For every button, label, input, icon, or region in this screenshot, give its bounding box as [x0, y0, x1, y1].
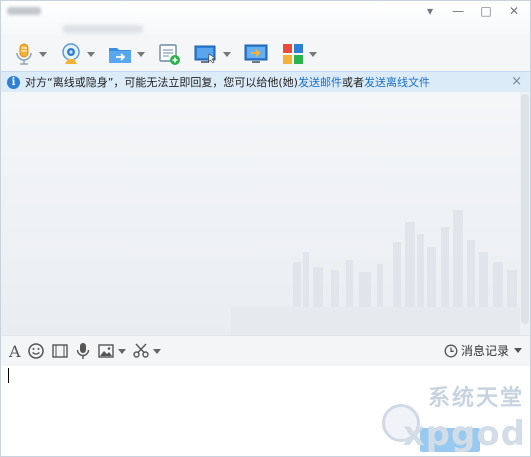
screenshot-button[interactable]	[132, 342, 161, 360]
site-watermark: 系统天堂 xpgod	[382, 380, 530, 456]
send-email-link[interactable]: 发送邮件	[298, 74, 342, 90]
chevron-down-icon[interactable]	[137, 51, 145, 57]
voice-call-button[interactable]	[9, 39, 51, 69]
scrollbar-thumb[interactable]	[521, 94, 529, 324]
minimize-button[interactable]: —	[448, 3, 468, 19]
smiley-icon	[27, 343, 44, 359]
voice-message-button[interactable]	[75, 342, 91, 360]
watermark-text: 系统天堂	[427, 386, 524, 411]
chevron-down-icon[interactable]	[223, 51, 231, 57]
font-icon: A	[9, 341, 21, 361]
notice-text: 对方“离线或隐身”，可能无法立即回复，您可以给他(她)	[25, 76, 298, 89]
maximize-button[interactable]: □	[476, 3, 496, 19]
watermark-logo: xpgod	[402, 414, 526, 454]
microphone-icon	[76, 343, 89, 359]
message-history-area[interactable]	[1, 92, 520, 335]
chevron-down-icon[interactable]	[117, 348, 126, 354]
contact-avatar-blurred	[7, 7, 41, 15]
message-scrollbar[interactable]	[520, 92, 530, 335]
notice-text-or: 或者	[341, 76, 364, 89]
remote-desktop-icon	[194, 45, 216, 64]
webcam-icon	[62, 43, 80, 64]
apps-grid-icon	[283, 44, 303, 64]
clock-icon	[444, 344, 458, 357]
window-controls: ▾ — □ ✕	[420, 3, 524, 19]
window-menu-button[interactable]: ▾	[420, 3, 440, 19]
send-offline-file-link[interactable]: 发送离线文件	[364, 74, 430, 90]
image-icon	[97, 344, 114, 358]
font-button[interactable]: A	[9, 342, 21, 361]
remote-assist-button[interactable]	[189, 39, 235, 69]
chevron-down-icon	[514, 348, 522, 353]
emoji-button[interactable]	[27, 342, 45, 360]
scissors-icon	[132, 343, 149, 358]
film-icon	[51, 344, 68, 358]
title-bar: ▾ — □ ✕	[1, 1, 530, 35]
message-history-label: 消息记录	[460, 344, 509, 358]
folder-transfer-icon	[109, 48, 131, 63]
new-document-icon	[159, 44, 180, 65]
text-cursor	[8, 368, 9, 383]
message-input[interactable]: 系统天堂 xpgod	[1, 366, 530, 456]
message-history-button[interactable]: 消息记录	[444, 342, 522, 359]
screen-share-icon	[244, 44, 268, 63]
chevron-down-icon[interactable]	[309, 51, 317, 57]
chat-window: ▾ — □ ✕ i 对方“离线或隐身”，可能无法立即回复，您可以给他(她) 发送…	[0, 0, 531, 457]
create-doc-button[interactable]	[153, 39, 185, 69]
info-icon: i	[7, 75, 20, 89]
close-icon[interactable]: ×	[511, 74, 522, 89]
microphone-icon	[16, 43, 32, 65]
contact-status-blurred	[63, 25, 143, 33]
chat-toolbar	[1, 35, 530, 73]
chevron-down-icon[interactable]	[152, 348, 161, 354]
share-screen-button[interactable]	[239, 39, 273, 69]
close-button[interactable]: ✕	[504, 3, 524, 19]
chevron-down-icon[interactable]	[87, 51, 95, 57]
apps-button[interactable]	[277, 39, 321, 69]
video-clip-button[interactable]	[51, 342, 69, 360]
video-call-button[interactable]	[55, 39, 99, 69]
chevron-down-icon[interactable]	[39, 51, 47, 57]
input-toolbar: A 消息记录	[1, 335, 530, 366]
offline-notice-bar: i 对方“离线或隐身”，可能无法立即回复，您可以给他(她) 发送邮件 或者 发送…	[1, 71, 530, 93]
file-transfer-button[interactable]	[103, 39, 149, 69]
city-skyline-background	[231, 210, 520, 335]
send-image-button[interactable]	[97, 342, 126, 360]
